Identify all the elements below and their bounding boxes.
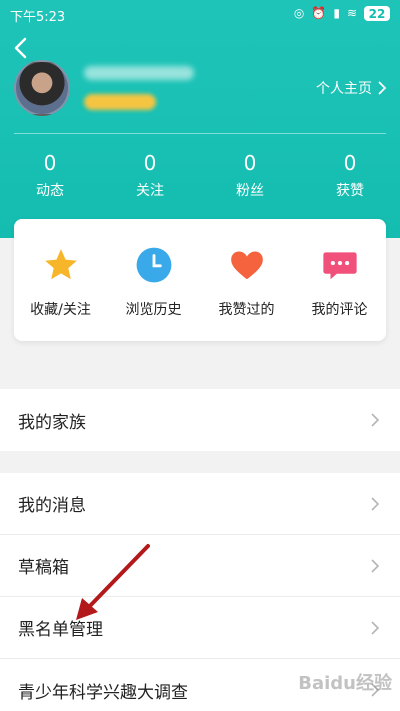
wifi-icon: ≋ [346, 6, 357, 20]
watermark: Baidu经验 [298, 673, 392, 694]
profile-header: 下午5:23 ◎ ⏰ ▮ ≋ 22 个人主页 0 动态 0 关注 0 粉丝 0 … [0, 0, 400, 238]
status-time: 下午5:23 [10, 10, 66, 25]
stat-label: 粉丝 [236, 183, 264, 199]
battery-icon: 22 [364, 5, 390, 21]
stat-value: 0 [343, 151, 357, 175]
stat-likes[interactable]: 0 获赞 [300, 150, 400, 200]
stat-label: 获赞 [336, 183, 364, 199]
stat-value: 0 [143, 151, 157, 175]
chevron-right-icon [371, 496, 380, 511]
chevron-right-icon [378, 81, 387, 95]
menu-item-label: 草稿箱 [18, 558, 69, 578]
quick-actions-card: 收藏/关注 浏览历史 我赞过的 我的评论 [14, 219, 386, 341]
back-arrow-icon [14, 37, 27, 59]
homepage-link-label: 个人主页 [316, 81, 372, 97]
back-button[interactable] [10, 36, 34, 60]
homepage-link[interactable]: 个人主页 [316, 78, 388, 98]
stat-value: 0 [243, 151, 257, 175]
stats-row: 0 动态 0 关注 0 粉丝 0 获赞 [0, 150, 400, 200]
stat-value: 0 [43, 151, 57, 175]
clock-icon [134, 245, 174, 285]
alarm-icon: ⏰ [311, 6, 327, 20]
quick-action-label: 我的评论 [311, 302, 368, 318]
stat-label: 关注 [136, 183, 164, 199]
stat-following[interactable]: 0 关注 [100, 150, 200, 200]
menu-item-label: 青少年科学兴趣大调查 [18, 682, 188, 703]
headset-icon: ◎ [293, 6, 305, 20]
chevron-right-icon [371, 413, 380, 427]
stat-posts[interactable]: 0 动态 [0, 150, 100, 200]
heart-icon [227, 245, 267, 285]
chevron-right-icon [371, 620, 380, 635]
avatar[interactable] [14, 60, 70, 116]
stat-label: 动态 [36, 183, 64, 199]
menu-group-1: 我的家族 [0, 389, 400, 451]
quick-action-label: 我赞过的 [218, 302, 275, 318]
menu-item-label: 我的消息 [18, 496, 86, 516]
menu-item-label: 黑名单管理 [18, 620, 103, 640]
menu-item-family[interactable]: 我的家族 [0, 389, 400, 451]
quick-action-label: 收藏/关注 [30, 302, 91, 318]
menu-item-blacklist[interactable]: 黑名单管理 [0, 597, 400, 659]
user-badge-blurred [84, 94, 156, 110]
quick-action-label: 浏览历史 [125, 302, 182, 318]
quick-action-comments[interactable]: 我的评论 [293, 219, 386, 341]
stat-followers[interactable]: 0 粉丝 [200, 150, 300, 200]
chevron-right-icon [371, 558, 380, 573]
menu-item-label: 我的家族 [18, 412, 86, 433]
quick-action-liked[interactable]: 我赞过的 [200, 219, 293, 341]
divider [14, 133, 386, 134]
quick-action-history[interactable]: 浏览历史 [107, 219, 200, 341]
status-icons: ◎ ⏰ ▮ ≋ 22 [294, 5, 390, 21]
username-blurred [84, 66, 194, 80]
menu-item-messages[interactable]: 我的消息 [0, 473, 400, 535]
quick-action-favorites[interactable]: 收藏/关注 [14, 219, 107, 341]
comment-icon [320, 245, 360, 285]
star-icon [41, 245, 81, 285]
signal-icon: ▮ [333, 6, 340, 20]
menu-item-drafts[interactable]: 草稿箱 [0, 535, 400, 597]
status-bar: 下午5:23 ◎ ⏰ ▮ ≋ 22 [0, 0, 400, 28]
